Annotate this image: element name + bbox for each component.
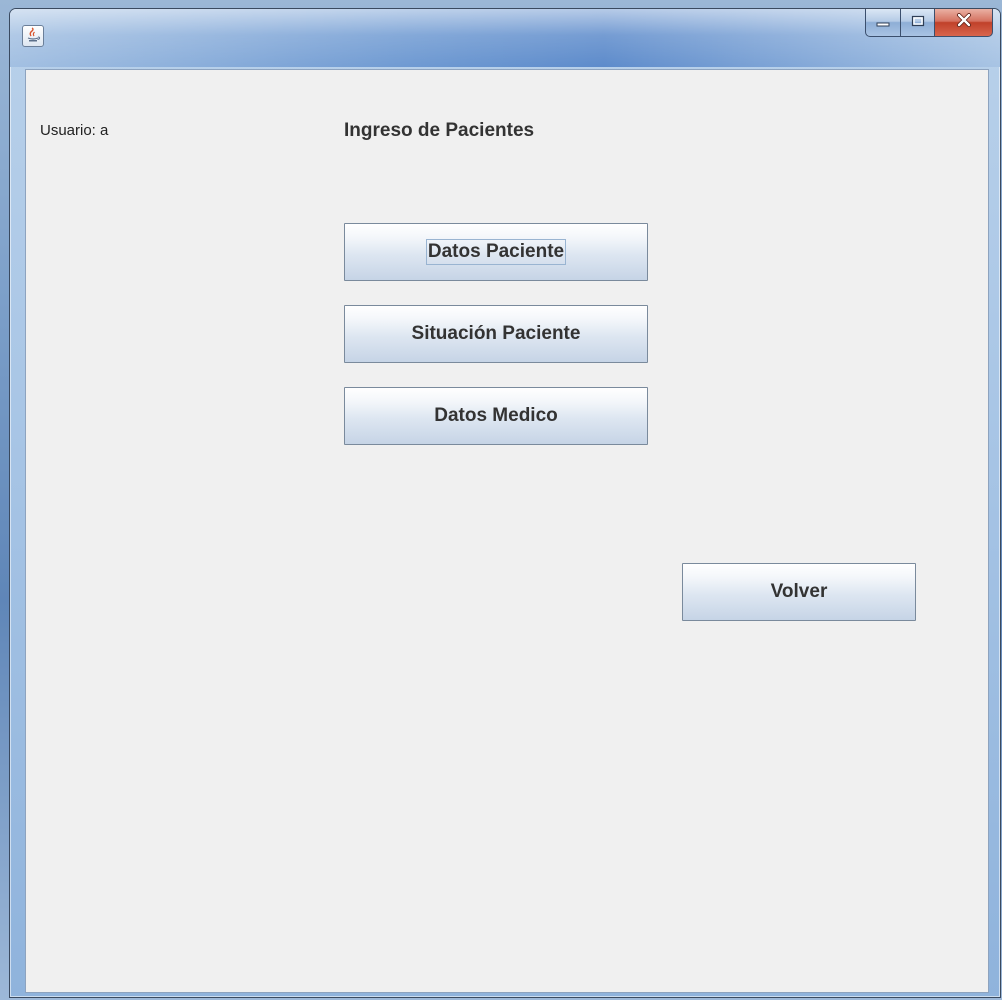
datos-paciente-button[interactable]: Datos Paciente (344, 223, 648, 281)
app-window: Usuario: a Ingreso de Pacientes Datos Pa… (9, 8, 1001, 998)
close-icon (956, 13, 972, 32)
close-button[interactable] (935, 9, 993, 37)
title-bar[interactable] (10, 9, 1000, 67)
maximize-button[interactable] (901, 9, 935, 37)
volver-button[interactable]: Volver (682, 563, 916, 621)
minimize-button[interactable] (865, 9, 901, 37)
window-controls (865, 9, 993, 37)
minimize-icon (876, 14, 890, 32)
user-label: Usuario: a (40, 122, 109, 139)
datos-medico-button[interactable]: Datos Medico (344, 387, 648, 445)
page-title: Ingreso de Pacientes (344, 120, 535, 141)
focus-ring: Datos Paciente (425, 239, 567, 265)
java-coffee-icon[interactable] (22, 25, 44, 47)
content-panel: Usuario: a Ingreso de Pacientes Datos Pa… (25, 69, 989, 993)
situacion-paciente-button[interactable]: Situación Paciente (344, 305, 648, 363)
maximize-icon (911, 14, 925, 32)
